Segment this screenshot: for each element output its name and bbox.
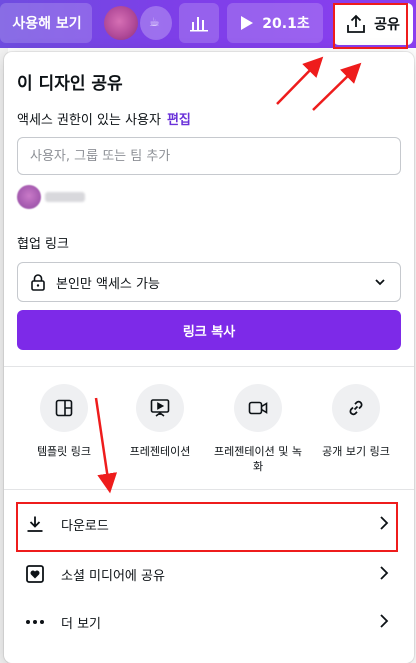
link-option-circle	[332, 384, 380, 432]
present-button[interactable]: 20.1초	[227, 3, 323, 43]
download-row[interactable]: 다운로드	[17, 504, 401, 544]
share-button[interactable]: 공유	[333, 3, 413, 45]
access-label: 액세스 권한이 있는 사용자	[17, 113, 161, 128]
social-share-label: 소셜 미디어에 공유	[61, 568, 165, 584]
play-icon	[241, 16, 254, 30]
lock-icon	[31, 274, 45, 291]
present-record-label: 프레젠테이션 및 녹화	[214, 445, 302, 473]
share-popover: 이 디자인 공유 액세스 권한이 있는 사용자 편집 협업 링크 본인만 액세스…	[4, 52, 414, 663]
present-label: 프레젠테이션	[129, 445, 191, 458]
more-row[interactable]: 더 보기	[17, 602, 401, 642]
editor-top-bar: 사용해 보기 ☕ 20.1초 공유	[0, 0, 416, 48]
download-icon	[23, 515, 47, 533]
collab-link-label: 협업 링크	[17, 237, 69, 252]
share-label: 공유	[374, 17, 400, 33]
add-people-input[interactable]	[17, 137, 401, 175]
bar-chart-icon	[190, 17, 208, 32]
template-icon	[55, 399, 73, 417]
download-label: 다운로드	[61, 518, 109, 534]
copy-link-button[interactable]: 링크 복사	[17, 310, 401, 350]
access-row: 액세스 권한이 있는 사용자 편집	[17, 109, 191, 128]
insights-button[interactable]	[179, 3, 219, 43]
try-view-button[interactable]: 사용해 보기	[0, 3, 92, 43]
chevron-down-icon	[375, 279, 385, 286]
user-avatar[interactable]	[104, 6, 138, 40]
more-icon	[23, 619, 47, 625]
access-select[interactable]: 본인만 액세스 가능	[17, 262, 401, 302]
more-label: 더 보기	[61, 616, 102, 632]
template-option-circle	[40, 384, 88, 432]
social-share-row[interactable]: 소셜 미디어에 공유	[17, 554, 401, 594]
upload-icon	[347, 14, 366, 33]
member-entry[interactable]	[17, 185, 85, 209]
collaborator-avatar-icon[interactable]: ☕	[140, 6, 172, 40]
record-option-circle	[234, 384, 282, 432]
member-name-blurred	[45, 192, 85, 202]
chevron-right-icon	[380, 516, 389, 530]
divider	[4, 366, 414, 367]
link-icon	[349, 400, 363, 416]
present-icon	[150, 399, 170, 417]
chevron-right-icon	[380, 614, 389, 628]
present-option[interactable]: 프레젠테이션	[112, 384, 208, 459]
video-record-icon	[248, 401, 268, 415]
chevron-right-icon	[380, 566, 389, 580]
present-record-option[interactable]: 프레젠테이션 및 녹화	[210, 384, 306, 474]
divider	[4, 489, 414, 490]
member-avatar	[17, 185, 41, 209]
template-link-option[interactable]: 템플릿 링크	[16, 384, 112, 459]
edit-link[interactable]: 편집	[167, 109, 191, 128]
popover-title: 이 디자인 공유	[17, 74, 123, 94]
present-option-circle	[136, 384, 184, 432]
access-option-label: 본인만 액세스 가능	[56, 276, 160, 292]
heart-icon	[23, 565, 47, 583]
public-view-link-option[interactable]: 공개 보기 링크	[308, 384, 404, 459]
timer-label: 20.1초	[262, 16, 310, 32]
public-view-link-label: 공개 보기 링크	[322, 445, 390, 458]
template-link-label: 템플릿 링크	[36, 445, 92, 458]
